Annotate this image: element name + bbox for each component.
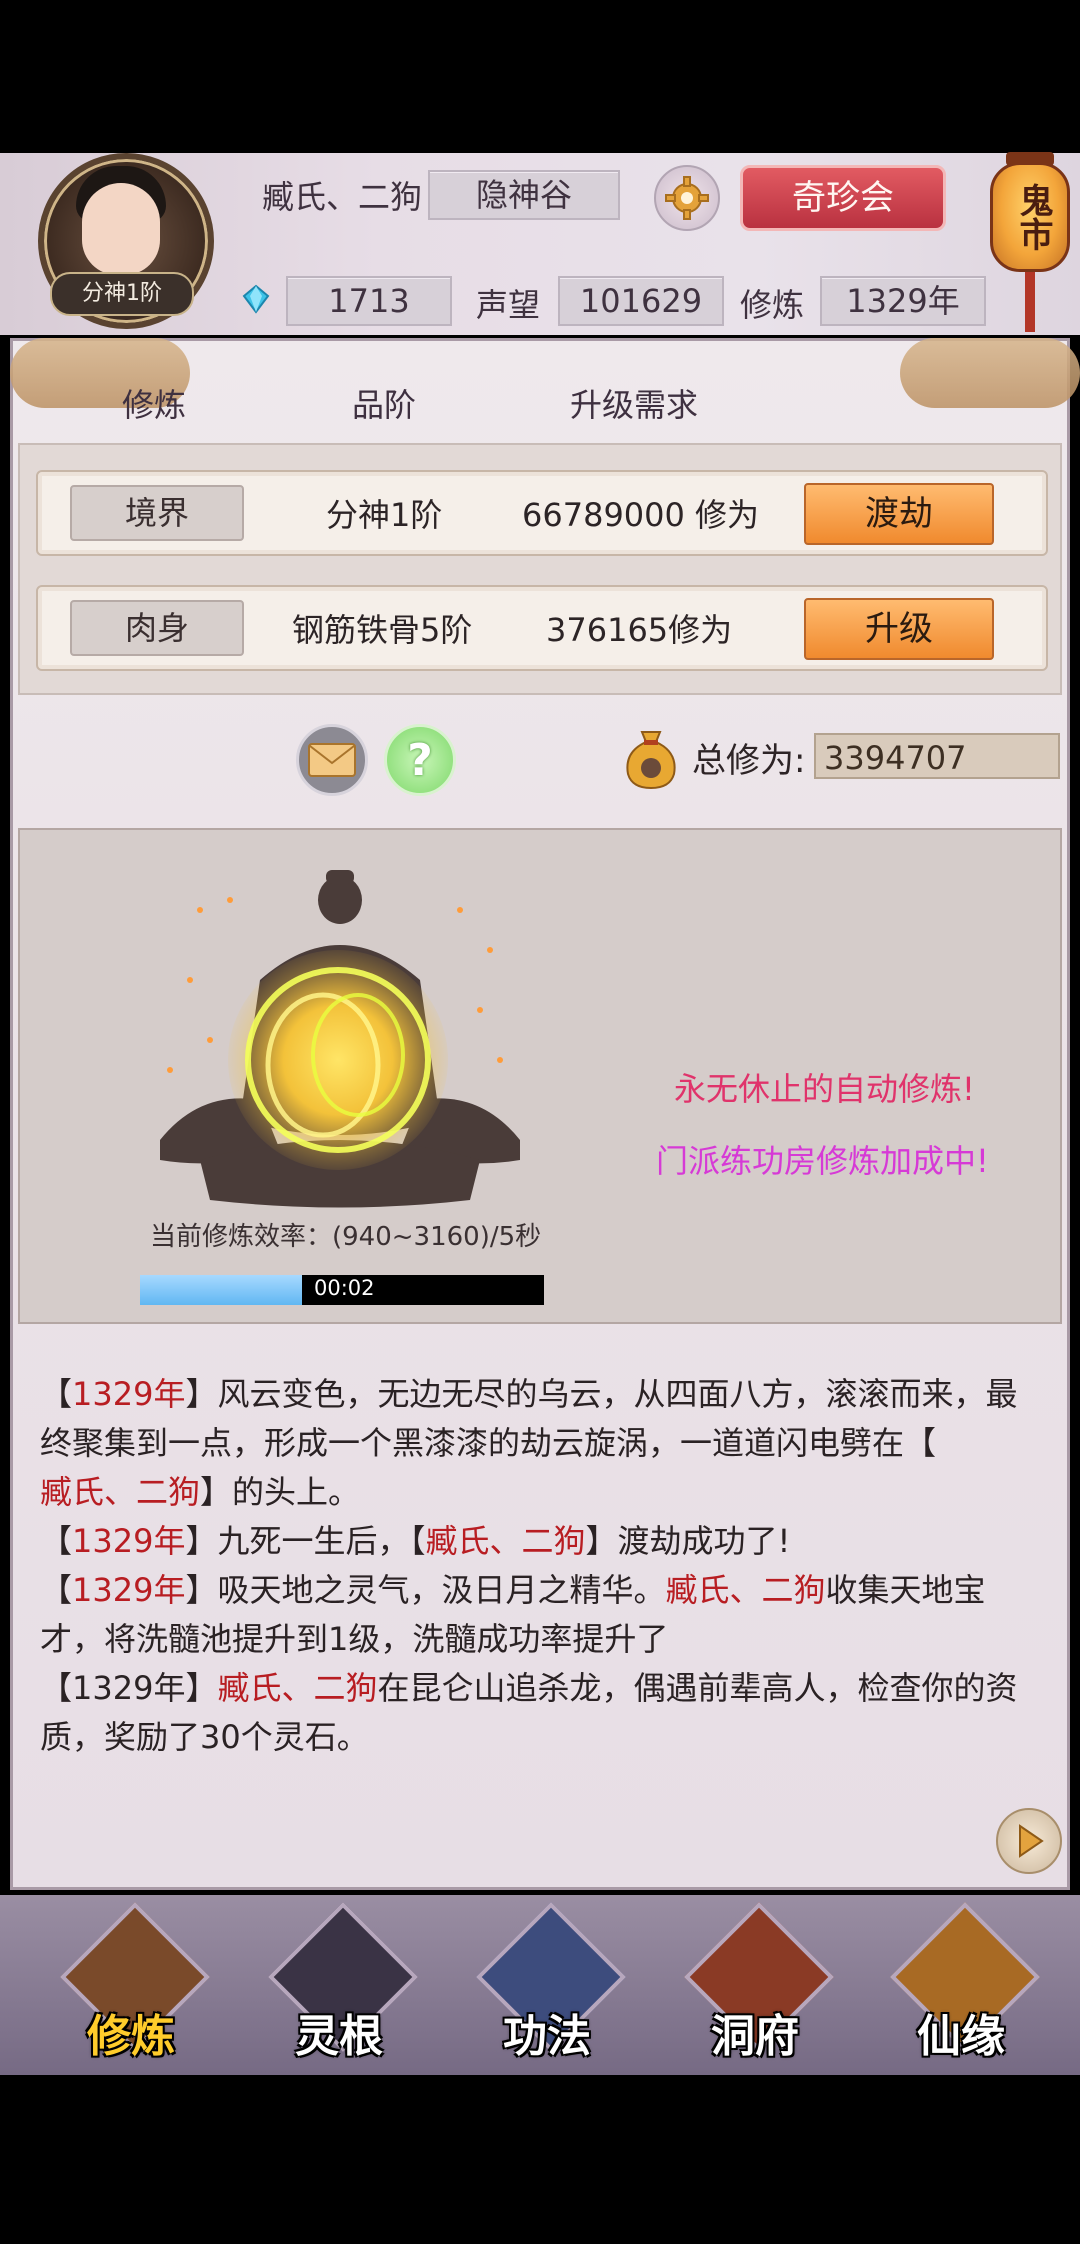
efficiency-text: 当前修炼效率：(940~3160)/5秒 bbox=[150, 1222, 542, 1252]
log-text: 吸天地之灵气，汲日月之精华。 bbox=[217, 1571, 666, 1609]
event-log: 【1329年】风云变色，无边无尽的乌云，从四面八方，滚滚而来，最终聚集到一点，形… bbox=[40, 1370, 1040, 1762]
log-year: 1329年 bbox=[72, 1669, 186, 1707]
log-entry: 【1329年】吸天地之灵气，汲日月之精华。臧氏、二狗收集天地宝才，将洗髓池提升到… bbox=[40, 1571, 986, 1658]
tribulation-button[interactable]: 渡劫 bbox=[804, 483, 994, 545]
auto-cultivation-text: 永无休止的自动修炼! bbox=[674, 1070, 975, 1108]
cloud-decoration-right bbox=[900, 338, 1080, 408]
nav-label: 灵根 bbox=[295, 2011, 383, 2062]
realm-requirement: 66789000 修为 bbox=[522, 496, 760, 534]
nav-label: 仙缘 bbox=[917, 2011, 1005, 2062]
nav-label: 修炼 bbox=[87, 2011, 175, 2062]
total-cultivation-value: 3394707 bbox=[814, 733, 1060, 779]
sect-field: 隐神谷 bbox=[428, 170, 620, 220]
help-button[interactable]: ? bbox=[384, 724, 456, 796]
log-player-name: 臧氏、二狗 bbox=[665, 1571, 826, 1609]
arrow-right-icon bbox=[1019, 1824, 1044, 1858]
upgrade-button[interactable]: 升级 bbox=[804, 598, 994, 660]
log-year: 1329年 bbox=[72, 1571, 186, 1609]
log-text-tail: 在昆仑山追杀龙，偶遇前辈高人，检查你的资质，奖励了30个灵石。 bbox=[40, 1669, 1018, 1756]
log-entry: 【1329年】九死一生后，【臧氏、二狗】渡劫成功了! bbox=[40, 1522, 791, 1560]
settings-button[interactable] bbox=[654, 165, 720, 231]
sect-bonus-text: 门派练功房修炼加成中! bbox=[656, 1142, 989, 1180]
mail-button[interactable] bbox=[296, 724, 368, 796]
body-tag: 肉身 bbox=[70, 600, 244, 656]
total-cultivation-label: 总修为: bbox=[692, 741, 806, 781]
nav-label: 洞府 bbox=[711, 2011, 799, 2062]
ghost-market-button[interactable]: 鬼市 bbox=[990, 162, 1070, 272]
mail-icon bbox=[308, 743, 356, 777]
nav-immortal-fate[interactable]: 仙缘 bbox=[886, 1902, 1040, 2062]
realm-stage: 分神1阶 bbox=[326, 496, 443, 534]
cultivation-timer: 00:02 bbox=[314, 1276, 375, 1300]
log-text: 风云变色，无边无尽的乌云，从四面八方，滚滚而来，最终聚集到一点，形成一个黑漆漆的… bbox=[40, 1375, 1018, 1462]
nav-cultivation[interactable]: 修炼 bbox=[56, 1902, 210, 2062]
column-header-cultivation: 修炼 bbox=[122, 386, 187, 424]
column-header-grade: 品阶 bbox=[352, 386, 417, 424]
log-player-name: 臧氏、二狗 bbox=[217, 1669, 378, 1707]
cultivation-progress-fill bbox=[140, 1275, 302, 1305]
cultivation-years-field: 1329年 bbox=[820, 276, 986, 326]
log-player-name: 臧氏、二狗 bbox=[425, 1522, 586, 1560]
energy-rings bbox=[245, 967, 431, 1153]
help-icon: ? bbox=[407, 734, 433, 786]
nav-cave-mansion[interactable]: 洞府 bbox=[680, 1902, 834, 2062]
money-bag-icon bbox=[626, 731, 676, 790]
log-entry: 【1329年】臧氏、二狗在昆仑山追杀龙，偶遇前辈高人，检查你的资质，奖励了30个… bbox=[40, 1669, 1018, 1756]
treasure-auction-button[interactable]: 奇珍会 bbox=[740, 165, 946, 231]
nav-spirit-root[interactable]: 灵根 bbox=[264, 1902, 418, 2062]
nav-label: 功法 bbox=[503, 2011, 591, 2062]
rank-badge: 分神1阶 bbox=[50, 272, 194, 316]
gem-icon bbox=[242, 284, 270, 314]
log-entry: 【1329年】风云变色，无边无尽的乌云，从四面八方，滚滚而来，最终聚集到一点，形… bbox=[40, 1375, 1018, 1511]
avatar-face bbox=[82, 183, 160, 275]
body-requirement: 376165修为 bbox=[546, 611, 733, 649]
log-text: 九死一生后，【 bbox=[217, 1522, 426, 1560]
log-text-tail: 】渡劫成功了! bbox=[585, 1522, 791, 1560]
reputation-field: 101629 bbox=[558, 276, 724, 326]
body-stage: 钢筋铁骨5阶 bbox=[292, 611, 473, 649]
log-text-tail: 】的头上。 bbox=[200, 1473, 361, 1511]
reputation-label: 声望 bbox=[476, 286, 541, 324]
next-page-button[interactable] bbox=[996, 1808, 1062, 1874]
gems-field: 1713 bbox=[286, 276, 452, 326]
lantern-tassel bbox=[1025, 272, 1035, 332]
nav-technique[interactable]: 功法 bbox=[472, 1902, 626, 2062]
player-name: 臧氏、二狗 bbox=[262, 178, 423, 216]
log-year: 1329年 bbox=[72, 1375, 186, 1413]
column-header-requirement: 升级需求 bbox=[570, 386, 699, 424]
realm-tag: 境界 bbox=[70, 485, 244, 541]
log-player-name: 臧氏、二狗 bbox=[40, 1473, 201, 1511]
cultivation-label: 修炼 bbox=[740, 286, 805, 324]
log-year: 1329年 bbox=[72, 1522, 186, 1560]
gear-icon bbox=[665, 176, 709, 220]
